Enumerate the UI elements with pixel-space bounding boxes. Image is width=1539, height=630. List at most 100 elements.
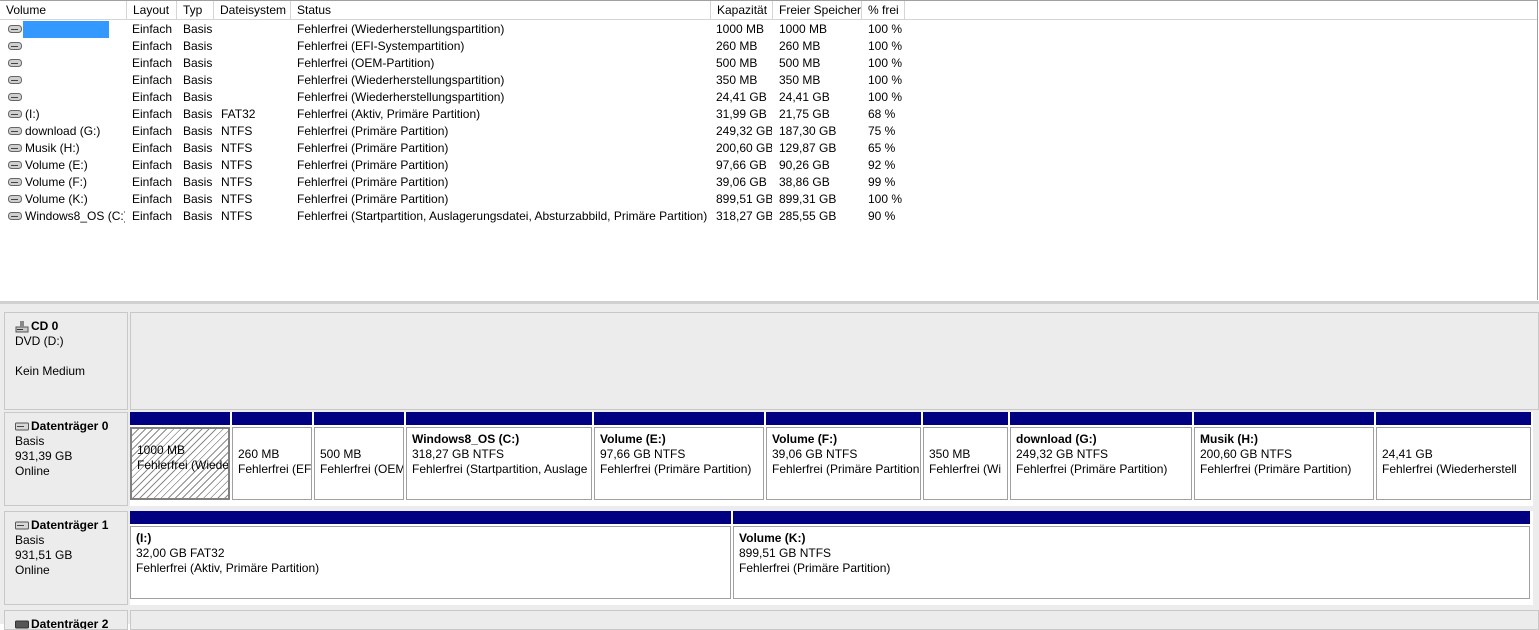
col-volume[interactable]: Volume: [0, 1, 127, 19]
volume-cap: 350 MB: [716, 73, 758, 87]
disk0-partition[interactable]: Volume (E:) 97,66 GB NTFS Fehlerfrei (Prim…: [594, 412, 764, 500]
partition-body[interactable]: 260 MB Fehlerfrei (EF: [232, 427, 312, 500]
partition-body[interactable]: 1000 MB Fehlerfrei (Wiede: [130, 427, 230, 500]
partition-body[interactable]: 24,41 GB Fehlerfrei (Wiederherstell: [1376, 427, 1531, 500]
volume-row[interactable]: Windows8_OS (C:) Einfach Basis NTFS Fehlerfr…: [0, 208, 1537, 225]
volume-status: Fehlerfrei (Wiederherstellungspartition): [297, 73, 505, 87]
partition-status: Fehlerfrei (Wiede: [137, 458, 230, 472]
volume-row[interactable]: Musik (H:) Einfach Basis NTFS Fehlerfrei (Pr…: [0, 140, 1537, 157]
volume-pct: 100 %: [868, 90, 903, 104]
volume-typ: Basis: [183, 141, 213, 155]
volume-layout: Einfach: [132, 141, 173, 155]
volume-typ: Basis: [183, 22, 213, 36]
col-dateisystem[interactable]: Dateisystem: [214, 1, 291, 19]
volume-fs: NTFS: [221, 141, 253, 155]
volume-free: 24,41 GB: [779, 90, 830, 104]
partition-size: 97,66 GB NTFS: [600, 447, 686, 461]
volume-pct: 92 %: [868, 158, 896, 172]
col-layout[interactable]: Layout: [127, 1, 177, 19]
partition-bar: [232, 412, 312, 425]
volume-row[interactable]: Einfach Basis Fehlerfrei (Wiederherstellun…: [0, 89, 1537, 106]
disk-1: Datenträger 1 Basis 931,51 GB Online (I:…: [4, 511, 1539, 605]
volume-row[interactable]: Einfach Basis Fehlerfrei (OEM-Partition) 50…: [0, 55, 1537, 72]
disk0-partition[interactable]: Windows8_OS (C:) 318,27 GB NTFS Fehlerfrei…: [406, 412, 592, 500]
disk1-partition[interactable]: Volume (K:) 899,51 GB NTFS Fehlerfrei (Pri…: [733, 511, 1530, 599]
volume-status: Fehlerfrei (EFI-Systempartition): [297, 39, 465, 53]
disk0-partition[interactable]: 24,41 GB Fehlerfrei (Wiederherstell: [1376, 412, 1531, 500]
disk1-label[interactable]: Datenträger 1 Basis 931,51 GB Online: [4, 511, 128, 605]
partition-status: Fehlerfrei (Wiederherstell: [1382, 462, 1517, 476]
col-typ[interactable]: Typ: [177, 1, 214, 19]
cd0-area: [130, 312, 1539, 410]
volume-cap: 500 MB: [716, 56, 758, 70]
partition-bar: [130, 412, 230, 425]
partition-status: Fehlerfrei (OEM: [320, 462, 404, 476]
disk0-partition[interactable]: 500 MB Fehlerfrei (OEM: [314, 412, 404, 500]
partition-bar: [314, 412, 404, 425]
partition-name: download (G:): [1016, 432, 1097, 446]
volume-row[interactable]: Einfach Basis Fehlerfrei (EFI-Systempartit…: [0, 38, 1537, 55]
partition-name: Windows8_OS (C:): [412, 432, 520, 446]
disk0-title: Datenträger 0: [31, 419, 109, 433]
partition-size: 200,60 GB NTFS: [1200, 447, 1293, 461]
volume-free: 187,30 GB: [779, 124, 837, 138]
partition-body[interactable]: 500 MB Fehlerfrei (OEM: [314, 427, 404, 500]
disk-2: Datenträger 2: [4, 610, 1539, 630]
disk-0: Datenträger 0 Basis 931,39 GB Online 100…: [4, 412, 1539, 506]
disk0-partition[interactable]: 1000 MB Fehlerfrei (Wiede: [130, 412, 230, 500]
partition-body[interactable]: 350 MB Fehlerfrei (Wi: [923, 427, 1008, 500]
volume-free: 1000 MB: [779, 22, 828, 36]
partition-body[interactable]: Volume (E:) 97,66 GB NTFS Fehlerfrei (Prim…: [594, 427, 764, 500]
col-kapazitaet[interactable]: Kapazität: [711, 1, 773, 19]
volume-fs: [221, 72, 289, 89]
partition-bar: [766, 412, 921, 425]
disk1-partition[interactable]: (I:) 32,00 GB FAT32 Fehlerfrei (Aktiv, Pri…: [130, 511, 731, 599]
volume-status: Fehlerfrei (Aktiv, Primäre Partition): [297, 107, 481, 121]
cd0-label[interactable]: CD 0 DVD (D:) Kein Medium: [4, 312, 128, 410]
partition-status: Fehlerfrei (Aktiv, Primäre Partition): [136, 561, 320, 575]
disk0-partition[interactable]: Musik (H:) 200,60 GB NTFS Fehlerfrei (Prim…: [1194, 412, 1374, 500]
volume-row[interactable]: Einfach Basis Fehlerfrei (Wiederherstellun…: [0, 21, 1537, 38]
disk0-partition[interactable]: download (G:) 249,32 GB NTFS Fehlerfrei (P…: [1010, 412, 1192, 500]
column-header-row: Volume Layout Typ Dateisystem Status Kap…: [0, 1, 1537, 20]
partition-body[interactable]: Volume (K:) 899,51 GB NTFS Fehlerfrei (Pri…: [733, 526, 1530, 599]
disk-graph-view: CD 0 DVD (D:) Kein Medium Datenträger 0 …: [0, 304, 1539, 630]
col-prozent-frei[interactable]: % frei: [862, 1, 905, 19]
volume-layout: Einfach: [132, 22, 173, 36]
volume-cap: 24,41 GB: [716, 90, 767, 104]
disk0-partition[interactable]: 260 MB Fehlerfrei (EF: [232, 412, 312, 500]
volume-fs: NTFS: [221, 175, 253, 189]
partition-status: Fehlerfrei (Primäre Partition): [1016, 462, 1168, 476]
volume-row[interactable]: Volume (E:) Einfach Basis NTFS Fehlerfrei (P…: [0, 157, 1537, 174]
volume-icon: [8, 144, 22, 152]
disk0-partition[interactable]: Volume (F:) 39,06 GB NTFS Fehlerfrei (Prim…: [766, 412, 921, 500]
partition-body[interactable]: Windows8_OS (C:) 318,27 GB NTFS Fehlerfrei…: [406, 427, 592, 500]
volume-row[interactable]: Volume (K:) Einfach Basis NTFS Fehlerfrei (P…: [0, 191, 1537, 208]
volume-name: Volume (E:): [25, 158, 88, 172]
disk0-label[interactable]: Datenträger 0 Basis 931,39 GB Online: [4, 412, 128, 506]
volume-row[interactable]: download (G:) Einfach Basis NTFS Fehlerfrei …: [0, 123, 1537, 140]
volume-icon: [8, 93, 22, 101]
partition-size: 1000 MB: [137, 443, 186, 457]
volume-list[interactable]: Volume Layout Typ Dateisystem Status Kap…: [0, 0, 1538, 302]
partition-body[interactable]: download (G:) 249,32 GB NTFS Fehlerfrei (P…: [1010, 427, 1192, 500]
volume-row[interactable]: Einfach Basis Fehlerfrei (Wiederherstellun…: [0, 72, 1537, 89]
disk0-partition[interactable]: 350 MB Fehlerfrei (Wi: [923, 412, 1008, 500]
partition-body[interactable]: (I:) 32,00 GB FAT32 Fehlerfrei (Aktiv, Pri…: [130, 526, 731, 599]
col-freier-speicher[interactable]: Freier Speicher: [773, 1, 862, 19]
volume-icon: [8, 161, 22, 169]
volume-layout: Einfach: [132, 192, 173, 206]
col-status[interactable]: Status: [291, 1, 711, 19]
volume-free: 350 MB: [779, 73, 821, 87]
partition-size: 350 MB: [929, 447, 971, 461]
volume-typ: Basis: [183, 73, 213, 87]
partition-status: Fehlerfrei (Primäre Partition): [739, 561, 891, 575]
volume-row[interactable]: Volume (F:) Einfach Basis NTFS Fehlerfrei (P…: [0, 174, 1537, 191]
volume-status: Fehlerfrei (Primäre Partition): [297, 124, 449, 138]
partition-body[interactable]: Musik (H:) 200,60 GB NTFS Fehlerfrei (Prim…: [1194, 427, 1374, 500]
disk2-label[interactable]: Datenträger 2: [4, 610, 128, 630]
volume-row[interactable]: (I:) Einfach Basis FAT32 Fehlerfrei (Aktiv, …: [0, 106, 1537, 123]
volume-pct: 100 %: [868, 73, 903, 87]
partition-body[interactable]: Volume (F:) 39,06 GB NTFS Fehlerfrei (Prim…: [766, 427, 921, 500]
volume-cap: 249,32 GB: [716, 124, 772, 138]
